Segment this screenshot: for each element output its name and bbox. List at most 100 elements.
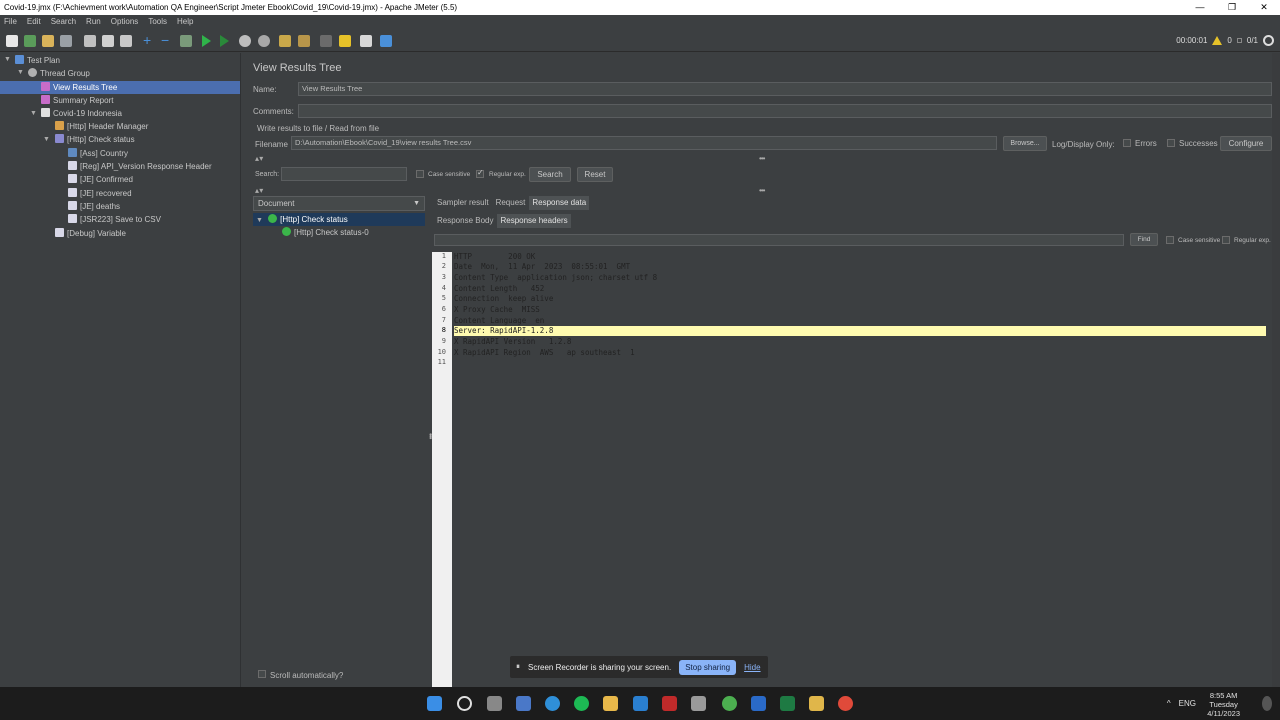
shutdown-icon[interactable] bbox=[258, 35, 270, 47]
filename-field[interactable]: D:\Automation\Ebook\Covid_19\view result… bbox=[291, 136, 997, 150]
reset-button[interactable]: Reset bbox=[577, 167, 613, 182]
menu-run[interactable]: Run bbox=[86, 15, 101, 29]
find-button[interactable]: Find bbox=[1130, 233, 1158, 246]
configure-button[interactable]: Configure bbox=[1220, 136, 1272, 151]
code-area[interactable]: HTTP 200 OK Date Mon, 11 Apr 2023 08:55:… bbox=[452, 252, 1267, 687]
tree-item-test-plan[interactable]: Test Plan bbox=[15, 54, 60, 67]
errors-checkbox[interactable] bbox=[1123, 139, 1131, 147]
widgets-icon[interactable] bbox=[516, 696, 531, 711]
start-icon[interactable] bbox=[202, 35, 211, 47]
renderer-select[interactable]: Document ▼ bbox=[253, 196, 425, 211]
chevron-down-icon[interactable]: ▼ bbox=[4, 56, 11, 63]
close-button[interactable]: ✕ bbox=[1248, 0, 1280, 15]
tree-item-check-status[interactable]: [Http] Check status bbox=[55, 133, 135, 146]
vertical-scrollbar[interactable] bbox=[1272, 53, 1280, 687]
templates-icon[interactable] bbox=[24, 35, 36, 47]
stop-sharing-button[interactable]: Stop sharing bbox=[679, 659, 737, 675]
browse-button[interactable]: Browse... bbox=[1003, 136, 1047, 151]
tab-response-headers[interactable]: Response headers bbox=[497, 214, 571, 228]
menu-tools[interactable]: Tools bbox=[148, 15, 167, 29]
tab-response-body[interactable]: Response Body bbox=[434, 214, 496, 228]
hide-button[interactable]: Hide bbox=[744, 663, 760, 672]
excel-icon[interactable] bbox=[780, 696, 795, 711]
task-view-icon[interactable] bbox=[487, 696, 502, 711]
remote-globe-icon[interactable] bbox=[1263, 35, 1274, 46]
stop-icon[interactable] bbox=[239, 35, 251, 47]
search-input[interactable] bbox=[281, 167, 407, 181]
collapse-arrows-icon[interactable]: ▴ ▾ bbox=[255, 154, 263, 163]
save-icon[interactable] bbox=[60, 35, 72, 47]
chrome-icon[interactable] bbox=[838, 696, 853, 711]
chevron-down-icon[interactable]: ▼ bbox=[30, 110, 37, 117]
chevron-down-icon[interactable]: ▼ bbox=[43, 136, 50, 143]
regular-exp-checkbox[interactable] bbox=[476, 168, 484, 178]
tab-request[interactable]: Request bbox=[493, 196, 529, 210]
tree-item-reg-api-version[interactable]: [Reg] API_Version Response Header bbox=[68, 160, 212, 173]
expand-icon[interactable]: + bbox=[143, 33, 155, 47]
tree-item-header-manager[interactable]: [Http] Header Manager bbox=[55, 120, 148, 133]
divider-handle-icon[interactable]: ••• bbox=[759, 186, 765, 195]
search-button[interactable]: Search bbox=[529, 167, 571, 182]
jmeter-icon[interactable] bbox=[662, 696, 677, 711]
function-helper-icon[interactable] bbox=[360, 35, 372, 47]
cut-icon[interactable] bbox=[84, 35, 96, 47]
menu-options[interactable]: Options bbox=[111, 15, 139, 29]
tree-item-view-results-tree[interactable]: View Results Tree bbox=[0, 81, 240, 94]
app-icon[interactable] bbox=[691, 696, 706, 711]
find-case-sensitive-checkbox[interactable] bbox=[1166, 236, 1174, 244]
outlook-icon[interactable] bbox=[751, 696, 766, 711]
search-toolbar-icon[interactable] bbox=[320, 35, 332, 47]
tab-response-data[interactable]: Response data bbox=[529, 196, 590, 210]
clock[interactable]: 8:55 AM Tuesday 4/11/2023 bbox=[1207, 691, 1240, 718]
toggle-icon[interactable] bbox=[180, 35, 192, 47]
search-icon[interactable] bbox=[457, 696, 472, 711]
start-menu-icon[interactable] bbox=[427, 696, 442, 711]
tree-item-jsr-save[interactable]: [JSR223] Save to CSV bbox=[68, 213, 161, 226]
scroll-auto-checkbox[interactable] bbox=[258, 670, 266, 678]
tree-item-je-deaths[interactable]: [JE] deaths bbox=[68, 200, 120, 213]
menu-file[interactable]: File bbox=[4, 15, 17, 29]
new-icon[interactable] bbox=[6, 35, 18, 47]
tree-item-debug-variable[interactable]: [Debug] Variable bbox=[55, 227, 126, 240]
find-regular-exp-checkbox[interactable] bbox=[1222, 236, 1230, 244]
notification-icon[interactable] bbox=[1262, 696, 1272, 711]
menu-edit[interactable]: Edit bbox=[27, 15, 41, 29]
case-sensitive-checkbox[interactable] bbox=[416, 170, 424, 178]
start-no-pauses-icon[interactable] bbox=[220, 35, 229, 47]
tree-item-je-confirmed[interactable]: [JE] Confirmed bbox=[68, 173, 133, 186]
clear-all-icon[interactable] bbox=[298, 35, 310, 47]
menu-help[interactable]: Help bbox=[177, 15, 193, 29]
tree-item-thread-group[interactable]: Thread Group bbox=[28, 67, 90, 80]
result-item-parent[interactable]: ▼ [Http] Check status bbox=[253, 213, 425, 226]
collapse-arrows-icon[interactable]: ▴ ▾ bbox=[255, 186, 263, 195]
warning-icon[interactable] bbox=[1212, 36, 1223, 45]
chevron-down-icon[interactable]: ▼ bbox=[17, 69, 24, 76]
result-item-child[interactable]: [Http] Check status-0 bbox=[282, 226, 369, 239]
find-input[interactable] bbox=[434, 234, 1124, 246]
reset-search-icon[interactable] bbox=[339, 35, 351, 47]
help-icon[interactable] bbox=[380, 35, 392, 47]
tree-item-ass-country[interactable]: [Ass] Country bbox=[68, 147, 128, 160]
edge-icon[interactable] bbox=[545, 696, 560, 711]
paste-icon[interactable] bbox=[120, 35, 132, 47]
chrome-profile-icon[interactable] bbox=[722, 696, 737, 711]
tree-item-summary-report[interactable]: Summary Report bbox=[41, 94, 113, 107]
minimize-button[interactable]: — bbox=[1184, 0, 1216, 15]
file-explorer-icon[interactable] bbox=[603, 696, 618, 711]
successes-checkbox[interactable] bbox=[1167, 139, 1175, 147]
collapse-icon[interactable]: − bbox=[161, 33, 173, 47]
response-headers-editor[interactable]: 1 2 3 4 5 6 7 8 9 10 11 HTTP 200 OK Date… bbox=[432, 252, 1267, 687]
comments-field[interactable] bbox=[298, 104, 1272, 118]
name-field[interactable]: View Results Tree bbox=[298, 82, 1272, 96]
divider-handle-icon[interactable]: ••• bbox=[759, 154, 765, 163]
tree-item-je-recovered[interactable]: [JE] recovered bbox=[68, 187, 132, 200]
chevron-up-icon[interactable]: ^ bbox=[1167, 699, 1171, 708]
clear-icon[interactable] bbox=[279, 35, 291, 47]
copy-icon[interactable] bbox=[102, 35, 114, 47]
restore-button[interactable]: ❐ bbox=[1216, 0, 1248, 15]
tree-item-covid-indonesia[interactable]: Covid-19 Indonesia bbox=[41, 107, 122, 120]
open-icon[interactable] bbox=[42, 35, 54, 47]
language-indicator[interactable]: ENG bbox=[1179, 699, 1196, 708]
vscode-icon[interactable] bbox=[633, 696, 648, 711]
spotify-icon[interactable] bbox=[574, 696, 589, 711]
